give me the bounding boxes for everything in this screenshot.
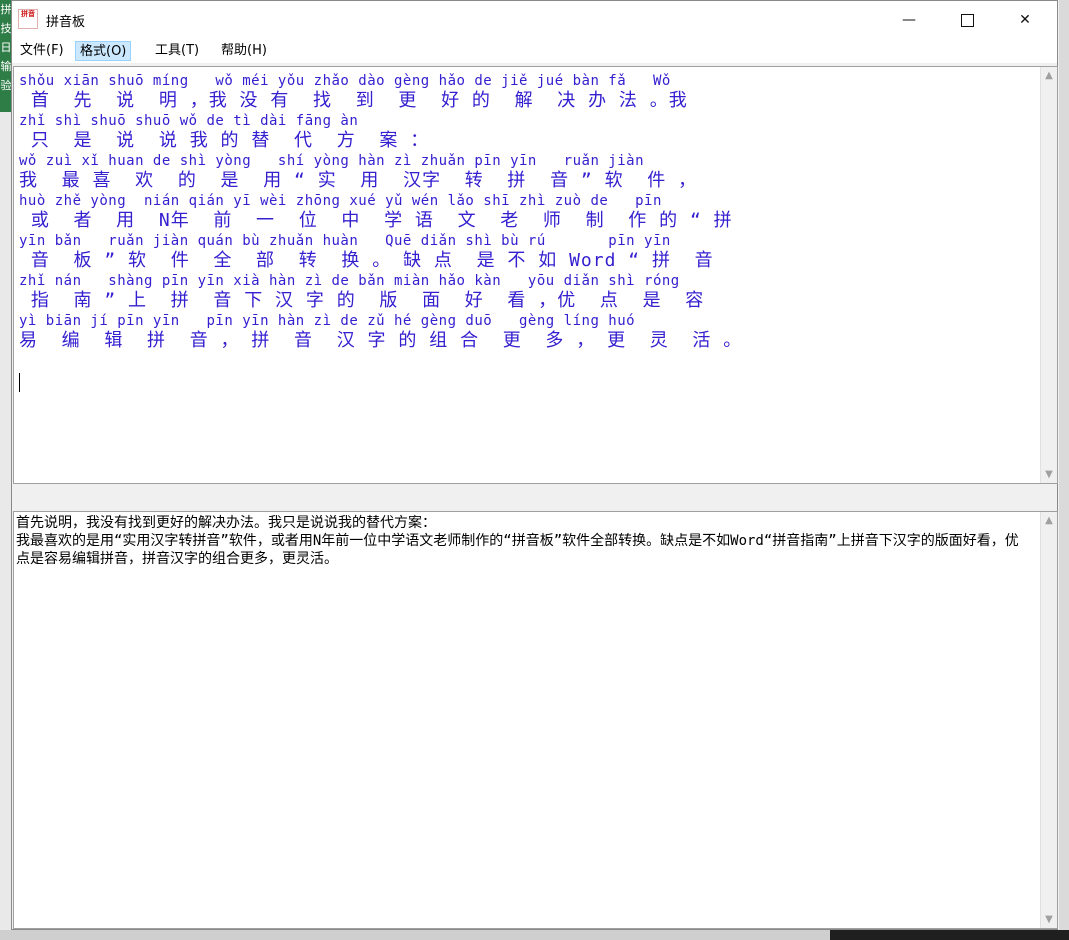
maximize-icon xyxy=(960,13,974,27)
app-icon-text: 拼音 xyxy=(21,10,35,18)
menu-help[interactable]: 帮助(H) xyxy=(217,41,271,61)
source-pane-scrollbar[interactable]: ▲ ▼ xyxy=(1040,512,1057,928)
pinyin-line: zhǐ shì shuō shuō wǒ de tì dài fāng àn xyxy=(19,113,359,129)
menu-file[interactable]: 文件(F) xyxy=(16,41,68,61)
pane-splitter[interactable] xyxy=(12,484,1057,511)
app-icon: 拼音 xyxy=(18,9,38,29)
hanzi-line: 或 者 用 N年 前 一 位 中 学 语 文 老 师 制 作 的 “ 拼 xyxy=(19,210,733,231)
menu-tools[interactable]: 工具(T) xyxy=(151,41,203,61)
pinyin-line: yì biān jí pīn yīn pīn yīn hàn zì de zǔ … xyxy=(19,313,636,329)
hanzi-line: 指 南 ” 上 拼 音 下 汉 字 的 版 面 好 看 ，优 点 是 容 xyxy=(19,290,705,311)
close-icon: ✕ xyxy=(1019,12,1031,28)
pinyin-line: wǒ zuì xǐ huan de shì yòng shí yòng hàn … xyxy=(19,153,645,169)
menu-bar: 文件(F) 格式(O) 工具(T) 帮助(H) xyxy=(12,39,1057,63)
window-title: 拼音板 xyxy=(46,15,86,30)
pinyin-pane-scrollbar[interactable]: ▲ ▼ xyxy=(1040,67,1057,483)
pinyin-content: shǒu xiān shuō míng wǒ méi yǒu zhǎo dào … xyxy=(19,71,1029,351)
scroll-up-icon[interactable]: ▲ xyxy=(1041,512,1057,529)
hanzi-line: 易 编 辑 拼 音 ， 拼 音 汉 字 的 组 合 更 多 ， 更 灵 活 。 xyxy=(19,330,743,351)
close-button[interactable]: ✕ xyxy=(1002,1,1048,39)
menu-format[interactable]: 格式(O) xyxy=(75,41,132,61)
pinyin-line: zhǐ nán shàng pīn yīn xià hàn zì de bǎn … xyxy=(19,273,680,289)
maximize-button[interactable] xyxy=(944,1,990,39)
minimize-button[interactable]: — xyxy=(886,1,932,39)
app-window: 拼音 拼音板 — ✕ 文件(F) 格式(O) 工具(T) 帮助(H) shǒu … xyxy=(11,0,1058,930)
hanzi-line: 首 先 说 明 ，我 没 有 找 到 更 好 的 解 决 办 法 。我 xyxy=(19,90,688,111)
taskbar-sliver xyxy=(830,930,1069,940)
pinyin-line: yīn bǎn ruǎn jiàn quán bù zhuǎn huàn Quē… xyxy=(19,233,671,249)
text-caret xyxy=(19,373,20,392)
title-bar[interactable]: 拼音 拼音板 — ✕ xyxy=(12,1,1057,39)
scroll-down-icon[interactable]: ▼ xyxy=(1041,911,1057,928)
source-text[interactable]: 首先说明，我没有找到更好的解决办法。我只是说说我的替代方案： 我最喜欢的是用“实… xyxy=(16,514,1031,568)
minimize-icon: — xyxy=(902,12,916,28)
hanzi-line: 只 是 说 说 我 的 替 代 方 案 ： xyxy=(19,130,430,151)
scroll-up-icon[interactable]: ▲ xyxy=(1041,67,1057,84)
source-text-pane[interactable]: 首先说明，我没有找到更好的解决办法。我只是说说我的替代方案： 我最喜欢的是用“实… xyxy=(13,511,1058,929)
pinyin-display-pane[interactable]: shǒu xiān shuō míng wǒ méi yǒu zhǎo dào … xyxy=(13,66,1058,484)
hanzi-line: 音 板 ” 软 件 全 部 转 换 。 缺 点 是 不 如 Word “ 拼 音 xyxy=(19,250,714,271)
desktop-background-right xyxy=(1059,0,1069,940)
pinyin-line: huò zhě yòng nián qián yī wèi zhōng xué … xyxy=(19,193,662,209)
scroll-down-icon[interactable]: ▼ xyxy=(1041,466,1057,483)
hanzi-line: 我 最 喜 欢 的 是 用 “ 实 用 汉字 转 拼 音 ” 软 件 ， xyxy=(19,170,698,191)
pinyin-line: shǒu xiān shuō míng wǒ méi yǒu zhǎo dào … xyxy=(19,73,671,89)
